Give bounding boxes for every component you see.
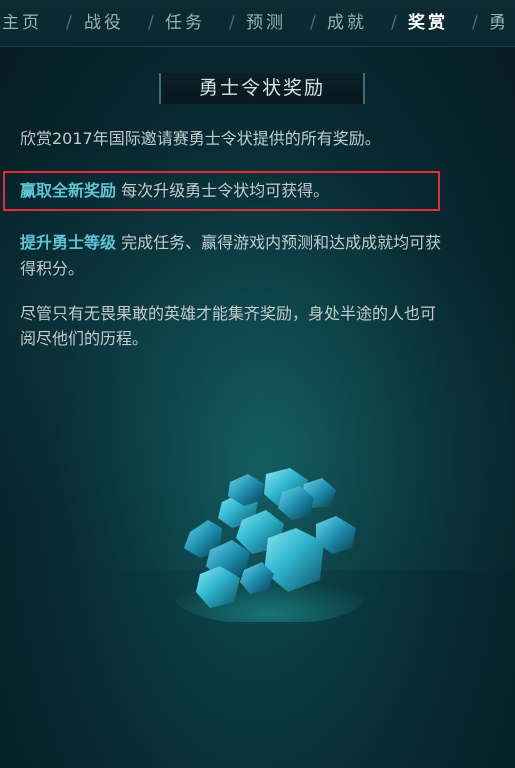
nav-tab-home[interactable]: 主页	[2, 0, 42, 46]
highlight-box	[3, 171, 440, 211]
page-title: 勇士令状奖励	[159, 73, 365, 104]
nav-tab-achievements[interactable]: 成就	[327, 0, 367, 46]
nav-tab-campaign[interactable]: 战役	[84, 0, 124, 46]
nav-tab-predictions[interactable]: 预测	[246, 0, 286, 46]
nav-tab-truncated[interactable]: 勇	[489, 0, 509, 46]
nav-separator: /	[66, 13, 72, 33]
nav-tab-rewards[interactable]: 奖赏	[408, 0, 448, 46]
intro-text: 欣赏2017年国际邀请赛勇士令状提供的所有奖励。	[20, 129, 381, 148]
closing-text-line1: 尽管只有无畏果敢的英雄才能集齐奖励，身处半途的人也可	[20, 304, 437, 323]
nav-separator: /	[391, 13, 397, 33]
levelup-text-line2: 得积分。	[20, 259, 85, 278]
nav-separator: /	[229, 13, 235, 33]
nav-tab-quests[interactable]: 任务	[165, 0, 205, 46]
levelup-text-line1: 完成任务、赢得游戏内预测和达成成就均可获	[121, 233, 442, 252]
nav-separator: /	[148, 13, 154, 33]
levelup-label: 提升勇士等级	[20, 233, 117, 252]
top-nav: 主页 / 战役 / 任务 / 预测 / 成就 / 奖赏 / 勇	[0, 0, 515, 47]
levelup-paragraph: 提升勇士等级 完成任务、赢得游戏内预测和达成成就均可获	[20, 230, 515, 255]
nav-separator: /	[310, 13, 316, 33]
closing-text-line2: 阅尽他们的历程。	[20, 329, 149, 348]
gem-cluster-icon	[170, 462, 370, 625]
nav-separator: /	[472, 13, 478, 33]
